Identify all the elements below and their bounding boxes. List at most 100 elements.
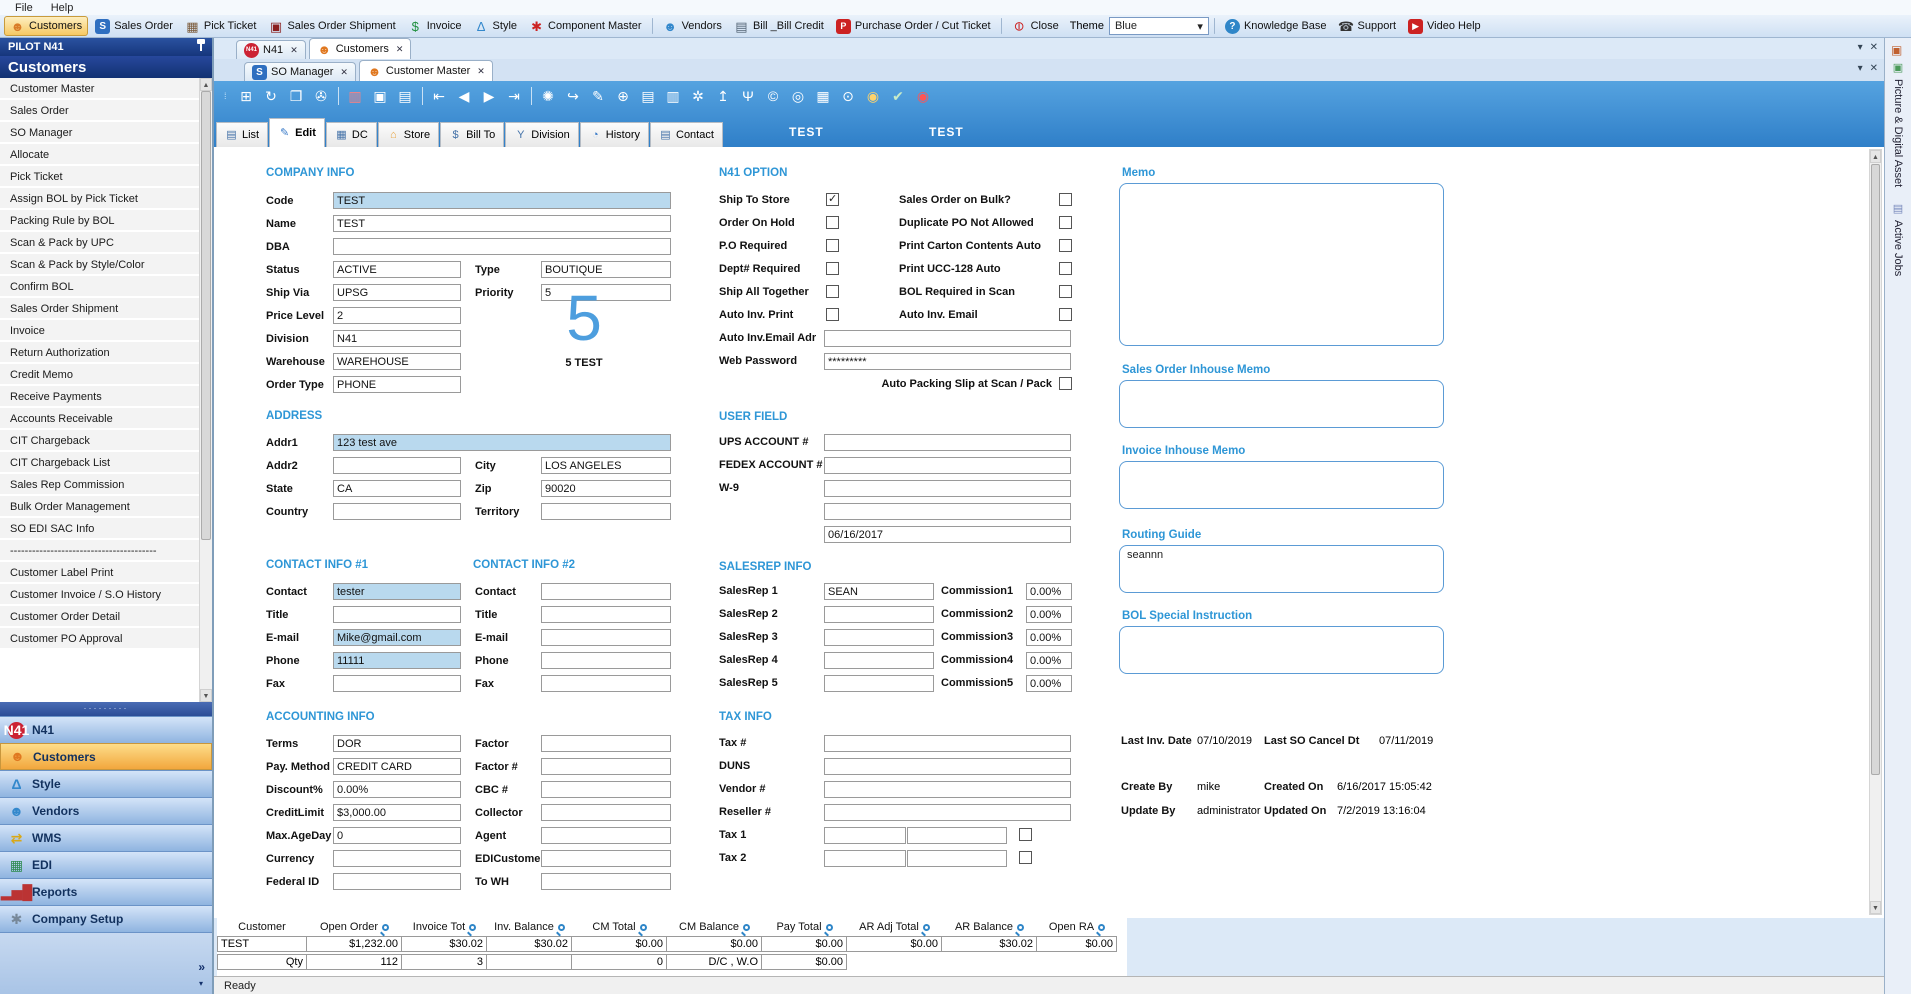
sidebar-accordion-section[interactable]: ▦ EDI	[0, 851, 212, 878]
view-tab[interactable]: ✎ Edit	[269, 118, 325, 147]
chevron-right-icon[interactable]: »	[198, 960, 205, 974]
contact2-input[interactable]	[541, 606, 671, 623]
inner-tab[interactable]: S SO Manager ✕	[244, 62, 356, 81]
contact2-input[interactable]	[541, 629, 671, 646]
sidebar-accordion-section[interactable]: ⇄ WMS	[0, 824, 212, 851]
toolbar-icon[interactable]: ⊞	[238, 88, 255, 105]
user-field-input[interactable]	[824, 480, 1071, 497]
invoice-inhouse-memo-textarea[interactable]	[1119, 461, 1444, 509]
sidebar-accordion-section[interactable]: ☻ Customers	[0, 743, 212, 770]
tax-input[interactable]	[824, 735, 1071, 752]
scroll-down-icon[interactable]: ▼	[1870, 901, 1881, 914]
checkbox[interactable]	[826, 308, 839, 321]
user-field-input[interactable]	[824, 457, 1071, 474]
toolbar-button[interactable]: $ Invoice	[403, 16, 467, 36]
toolbar-help-button[interactable]: ? Knowledge Base	[1220, 16, 1332, 36]
toolbar-icon[interactable]: ⇥	[506, 88, 523, 105]
sidebar-menu-item[interactable]: Credit Memo	[0, 364, 200, 386]
bol-instruction-textarea[interactable]	[1119, 626, 1444, 674]
checkbox[interactable]	[1059, 239, 1072, 252]
sidebar-menu-item[interactable]: Assign BOL by Pick Ticket	[0, 188, 200, 210]
sidebar-scrollbar[interactable]: ▲ ▼	[199, 78, 212, 702]
toolbar-button[interactable]	[1000, 18, 1002, 34]
toolbar-icon[interactable]: ▤	[397, 88, 414, 105]
toolbar-icon[interactable]: Ψ	[740, 88, 757, 104]
search-icon[interactable]	[469, 923, 477, 931]
user-field-input[interactable]	[824, 503, 1071, 520]
search-icon[interactable]	[1017, 923, 1025, 931]
memo-textarea[interactable]	[1119, 183, 1444, 346]
toolbar-icon[interactable]: ▥	[347, 88, 364, 105]
close-icon[interactable]: ✕	[1870, 63, 1878, 74]
toolbar-help-button[interactable]: ▶ Video Help	[1403, 16, 1486, 36]
tab-list-icon[interactable]: ▾	[1858, 42, 1863, 53]
totals-header-cell[interactable]: CM Balance	[667, 921, 762, 933]
commission-input[interactable]	[1026, 652, 1072, 669]
toolbar-icon[interactable]: ↥	[715, 88, 732, 105]
contact2-input[interactable]	[541, 583, 671, 600]
toolbar-icon[interactable]: ⊙	[840, 88, 857, 105]
scroll-up-icon[interactable]: ▲	[200, 78, 212, 91]
scroll-up-icon[interactable]: ▲	[1870, 150, 1881, 163]
tax-code-input[interactable]	[824, 850, 906, 867]
type-input[interactable]	[541, 261, 671, 278]
toolbar-button[interactable]: Δ Style	[469, 16, 522, 36]
sidebar-menu-item[interactable]: CIT Chargeback	[0, 430, 200, 452]
routing-guide-textarea[interactable]: seannn	[1119, 545, 1444, 593]
contact1-input[interactable]	[333, 675, 461, 692]
contact1-input[interactable]	[333, 606, 461, 623]
search-icon[interactable]	[382, 923, 390, 931]
toolbar-button[interactable]	[651, 18, 653, 34]
view-tab[interactable]: ⌂ Store	[377, 122, 440, 147]
sidebar-menu-item[interactable]: Sales Order	[0, 100, 200, 122]
sidebar-menu-item[interactable]: Return Authorization	[0, 342, 200, 364]
accounting-input-right[interactable]	[541, 850, 671, 867]
salesrep-input[interactable]	[824, 629, 934, 646]
toolbar-button[interactable]: ▣ Sales Order Shipment	[263, 16, 400, 36]
checkbox[interactable]	[1059, 285, 1072, 298]
search-icon[interactable]	[922, 923, 930, 931]
totals-header-cell[interactable]: Open RA	[1037, 921, 1117, 933]
state-input[interactable]	[333, 480, 461, 497]
document-tab[interactable]: ☻ Customers ✕	[308, 38, 412, 59]
document-tab[interactable]: N41 N41 ✕	[236, 40, 306, 59]
accounting-input-right[interactable]	[541, 804, 671, 821]
contact2-input[interactable]	[541, 652, 671, 669]
sidebar-menu-item[interactable]: Customer Label Print	[0, 562, 200, 584]
accounting-input[interactable]	[333, 804, 461, 821]
checkbox[interactable]	[826, 192, 839, 206]
toolbar-button[interactable]: P Purchase Order / Cut Ticket	[831, 16, 996, 36]
contact1-input[interactable]	[333, 583, 461, 600]
toolbar-icon[interactable]: ▶	[481, 88, 498, 105]
checkbox[interactable]	[1059, 193, 1072, 206]
search-icon[interactable]	[742, 923, 750, 931]
sidebar-menu-item[interactable]: Packing Rule by BOL	[0, 210, 200, 232]
tax-input[interactable]	[824, 781, 1071, 798]
toolbar-icon[interactable]: ✎	[590, 88, 607, 105]
toolbar-help-button[interactable]: ☎ Support	[1334, 16, 1402, 36]
sidebar-accordion-section[interactable]: ☻ Vendors	[0, 797, 212, 824]
toolbar-button[interactable]: ☻ Customers	[4, 16, 89, 36]
toolbar-icon[interactable]: ◎	[790, 88, 807, 105]
accounting-input[interactable]	[333, 781, 461, 798]
accounting-input[interactable]	[333, 735, 461, 752]
toolbar-icon[interactable]: ▥	[665, 88, 682, 105]
totals-header-cell[interactable]: Invoice Tot	[402, 921, 487, 933]
commission-input[interactable]	[1026, 629, 1072, 646]
inner-tab[interactable]: ☻ Customer Master ✕	[358, 60, 493, 81]
totals-header-cell[interactable]: Customer	[217, 921, 307, 933]
sidebar-accordion-section[interactable]: Δ Style	[0, 770, 212, 797]
auto-inv-email-input[interactable]	[824, 330, 1071, 347]
tab-list-icon[interactable]: ▾	[1858, 63, 1863, 74]
toolbar-icon[interactable]: ✔	[890, 88, 907, 105]
toolbar-icon[interactable]: ✇	[313, 88, 330, 105]
menu-item[interactable]: Help	[42, 2, 83, 14]
accounting-input-right[interactable]	[541, 735, 671, 752]
toolbar-icon[interactable]: ▤	[640, 88, 657, 105]
sidebar-menu-item[interactable]: Customer Master	[0, 78, 200, 100]
toolbar-button[interactable]: ⊖ Close	[1007, 16, 1064, 36]
territory-input[interactable]	[541, 503, 671, 520]
dba-input[interactable]	[333, 238, 671, 255]
accounting-input-right[interactable]	[541, 873, 671, 890]
accounting-input[interactable]	[333, 827, 461, 844]
